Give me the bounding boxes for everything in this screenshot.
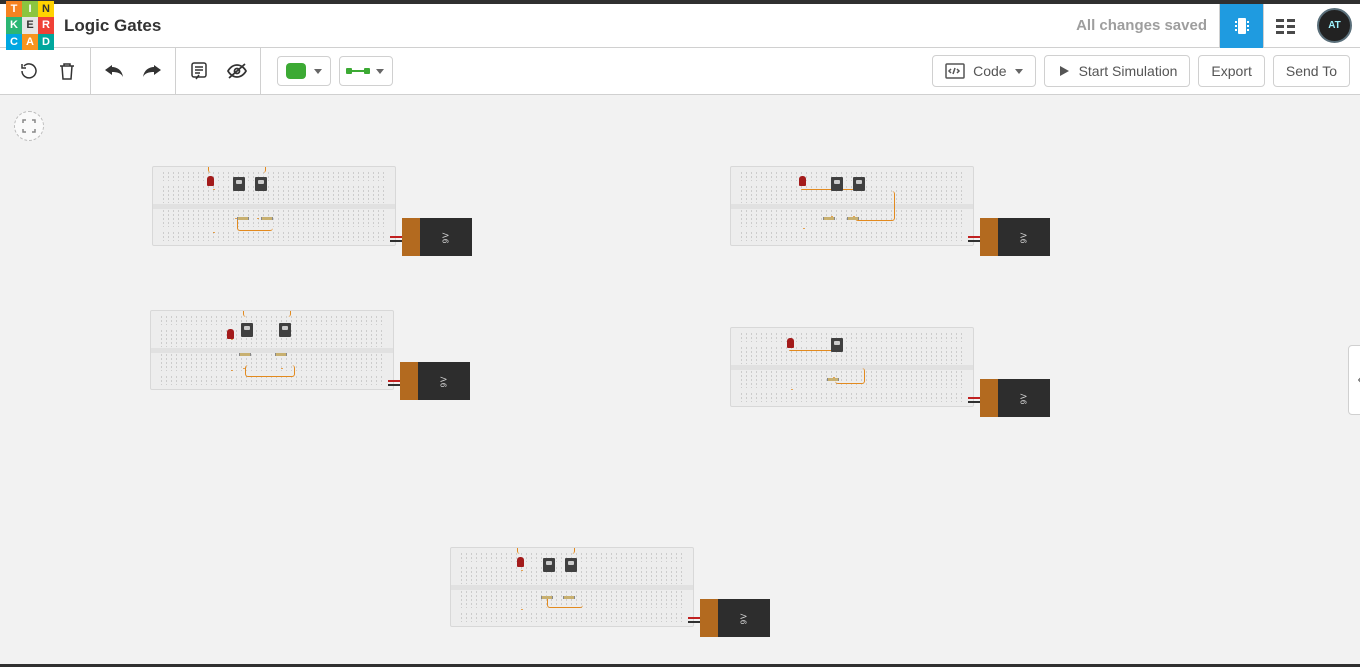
circuit-unit[interactable]: 9V bbox=[730, 166, 1060, 256]
chevron-down-icon bbox=[314, 69, 322, 74]
logo-cell: I bbox=[22, 1, 38, 18]
logo-cell: T bbox=[6, 1, 22, 18]
notes-icon[interactable] bbox=[184, 56, 214, 86]
circuit-unit[interactable]: 9V bbox=[450, 547, 780, 637]
pushbutton[interactable] bbox=[565, 558, 577, 572]
export-label: Export bbox=[1211, 63, 1251, 79]
circuit-unit[interactable]: 9V bbox=[150, 310, 480, 400]
logo-cell: K bbox=[6, 17, 22, 34]
design-canvas[interactable]: ‹ 9V 9V 9V 9V 9V bbox=[0, 95, 1360, 667]
wire[interactable] bbox=[791, 350, 793, 390]
logo[interactable]: TINKERCAD bbox=[6, 1, 54, 51]
components-drawer-handle[interactable]: ‹ bbox=[1348, 345, 1360, 415]
wire[interactable] bbox=[803, 189, 805, 229]
wire[interactable] bbox=[213, 189, 215, 233]
wire-color-picker[interactable] bbox=[277, 56, 331, 86]
zoom-to-fit-button[interactable] bbox=[14, 111, 44, 141]
battery-9v[interactable]: 9V bbox=[400, 362, 470, 400]
resistor[interactable] bbox=[847, 217, 859, 220]
led[interactable] bbox=[799, 176, 806, 186]
led[interactable] bbox=[207, 176, 214, 186]
battery-9v[interactable]: 9V bbox=[700, 599, 770, 637]
breadboard[interactable] bbox=[730, 166, 974, 246]
wire[interactable] bbox=[545, 570, 547, 598]
send-to-button[interactable]: Send To bbox=[1273, 55, 1350, 87]
logo-cell: N bbox=[38, 1, 54, 18]
logo-cell: R bbox=[38, 17, 54, 34]
logo-cell: E bbox=[22, 17, 38, 34]
pushbutton[interactable] bbox=[831, 338, 843, 352]
circuit-unit[interactable]: 9V bbox=[730, 327, 1060, 417]
chevron-down-icon bbox=[1015, 69, 1023, 74]
rotate-icon[interactable] bbox=[14, 56, 44, 86]
pushbutton[interactable] bbox=[831, 177, 843, 191]
resistor[interactable] bbox=[237, 217, 249, 220]
battery-9v[interactable]: 9V bbox=[402, 218, 472, 256]
start-simulation-label: Start Simulation bbox=[1079, 63, 1178, 79]
code-button[interactable]: Code bbox=[932, 55, 1035, 87]
wire[interactable] bbox=[257, 189, 259, 219]
wire[interactable] bbox=[231, 339, 233, 371]
wire[interactable] bbox=[517, 547, 575, 554]
breadboard[interactable] bbox=[152, 166, 396, 246]
breadboard[interactable] bbox=[730, 327, 974, 407]
send-to-label: Send To bbox=[1286, 63, 1337, 79]
user-avatar[interactable]: AT bbox=[1317, 8, 1352, 43]
project-title[interactable]: Logic Gates bbox=[64, 16, 161, 36]
resistor[interactable] bbox=[261, 217, 273, 220]
resistor[interactable] bbox=[275, 353, 287, 356]
pushbutton[interactable] bbox=[853, 177, 865, 191]
wire[interactable] bbox=[235, 189, 237, 219]
led[interactable] bbox=[517, 557, 524, 567]
start-simulation-button[interactable]: Start Simulation bbox=[1044, 55, 1191, 87]
wire[interactable] bbox=[835, 368, 865, 384]
battery-9v[interactable]: 9V bbox=[980, 379, 1050, 417]
pushbutton[interactable] bbox=[543, 558, 555, 572]
wire[interactable] bbox=[245, 365, 295, 377]
wire[interactable] bbox=[208, 166, 266, 173]
chevron-down-icon bbox=[376, 69, 384, 74]
wire[interactable] bbox=[831, 189, 833, 217]
wire[interactable] bbox=[521, 570, 523, 610]
visibility-icon[interactable] bbox=[222, 56, 252, 86]
wire[interactable] bbox=[855, 191, 895, 221]
breadboard[interactable] bbox=[150, 310, 394, 390]
circuit-unit[interactable]: 9V bbox=[152, 166, 482, 256]
breadboard[interactable] bbox=[450, 547, 694, 627]
pushbutton[interactable] bbox=[241, 323, 253, 337]
color-swatch-icon bbox=[286, 63, 306, 79]
toolbar: Code Start Simulation Export Send To bbox=[0, 48, 1360, 95]
wire[interactable] bbox=[281, 335, 283, 369]
resistor[interactable] bbox=[239, 353, 251, 356]
redo-icon[interactable] bbox=[137, 56, 167, 86]
wire[interactable] bbox=[243, 335, 245, 369]
resistor[interactable] bbox=[541, 596, 553, 599]
view-breadboard-tab[interactable] bbox=[1219, 4, 1263, 48]
pushbutton[interactable] bbox=[255, 177, 267, 191]
pushbutton[interactable] bbox=[233, 177, 245, 191]
wire-style-icon bbox=[348, 70, 368, 72]
resistor[interactable] bbox=[823, 217, 835, 220]
export-button[interactable]: Export bbox=[1198, 55, 1264, 87]
led[interactable] bbox=[787, 338, 794, 348]
battery-9v[interactable]: 9V bbox=[980, 218, 1050, 256]
resistor[interactable] bbox=[827, 378, 839, 381]
pushbutton[interactable] bbox=[279, 323, 291, 337]
delete-icon[interactable] bbox=[52, 56, 82, 86]
view-schematic-tab[interactable] bbox=[1263, 4, 1307, 48]
wire[interactable] bbox=[789, 350, 837, 352]
undo-icon[interactable] bbox=[99, 56, 129, 86]
wire[interactable] bbox=[567, 570, 569, 598]
led[interactable] bbox=[227, 329, 234, 339]
app-header: TINKERCAD Logic Gates All changes saved … bbox=[0, 4, 1360, 48]
resistor[interactable] bbox=[563, 596, 575, 599]
wire-style-picker[interactable] bbox=[339, 56, 393, 86]
wire[interactable] bbox=[243, 310, 291, 317]
code-label: Code bbox=[973, 63, 1006, 79]
save-status: All changes saved bbox=[1076, 17, 1207, 34]
